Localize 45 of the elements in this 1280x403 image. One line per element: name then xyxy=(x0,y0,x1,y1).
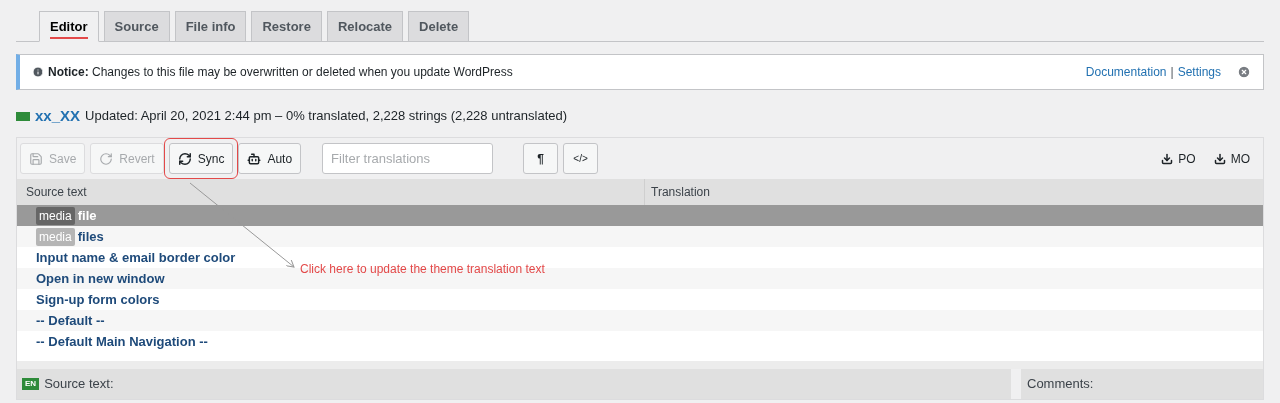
separator-text: | xyxy=(1170,64,1174,81)
download-button[interactable]: PO xyxy=(1161,149,1196,168)
invisibles-toggle[interactable]: ¶ xyxy=(523,143,559,174)
tab[interactable]: Source xyxy=(103,11,170,42)
context-tag: media xyxy=(36,206,75,225)
context-tag: media xyxy=(36,227,75,246)
language-badge: EN xyxy=(22,378,40,390)
revert-icon xyxy=(99,151,114,166)
flag-icon xyxy=(16,111,30,121)
locale-summary: Updated: April 20, 2021 2:44 pm – 0% translated, 2,228 strings (2,228 untranslated) xyxy=(85,107,568,126)
source-string: Sign-up form colors xyxy=(36,290,160,309)
source-string: -- Default -- xyxy=(36,311,105,330)
tab[interactable]: Delete xyxy=(408,11,470,42)
source-string: Open in new window xyxy=(36,269,165,288)
notice-text: Notice: Changes to this file may be overwritten or deleted when you update WordPress xyxy=(48,64,513,81)
download-button[interactable]: MO xyxy=(1213,149,1250,168)
table-row[interactable]: media files xyxy=(17,226,1263,247)
tab[interactable]: File info xyxy=(174,11,247,42)
documentation-link[interactable]: Documentation xyxy=(1085,63,1167,81)
tab[interactable]: Editor xyxy=(39,11,99,42)
source-string: files xyxy=(77,227,104,246)
table-row[interactable]: media file xyxy=(17,205,1263,226)
tab[interactable]: Restore xyxy=(251,11,322,42)
save-icon xyxy=(29,151,43,166)
robot-icon xyxy=(247,151,262,166)
sync-button[interactable]: Sync xyxy=(168,143,234,174)
sync-icon xyxy=(177,151,192,166)
source-string: file xyxy=(77,206,97,225)
source-string: Input name & email border color xyxy=(36,248,236,267)
settings-link[interactable]: Settings xyxy=(1177,63,1221,81)
info-icon xyxy=(32,66,44,78)
panel-title: Comments: xyxy=(1027,375,1094,394)
code-toggle[interactable]: </> xyxy=(563,143,599,174)
splitter-handle[interactable] xyxy=(17,361,1263,369)
auto-button[interactable]: Auto xyxy=(238,143,302,174)
locale-link[interactable]: xx_XX xyxy=(35,104,81,128)
filter-field[interactable]: Filter translations xyxy=(322,143,494,174)
table-row[interactable]: -- Default -- xyxy=(17,310,1263,331)
column-header: Translation xyxy=(650,184,710,201)
close-icon[interactable] xyxy=(1237,65,1251,79)
download-icon xyxy=(1213,152,1226,165)
tab[interactable]: Relocate xyxy=(326,11,404,42)
source-string: -- Default Main Navigation -- xyxy=(36,332,208,351)
panel-title: Source text: xyxy=(44,375,114,394)
download-icon xyxy=(1161,152,1174,165)
